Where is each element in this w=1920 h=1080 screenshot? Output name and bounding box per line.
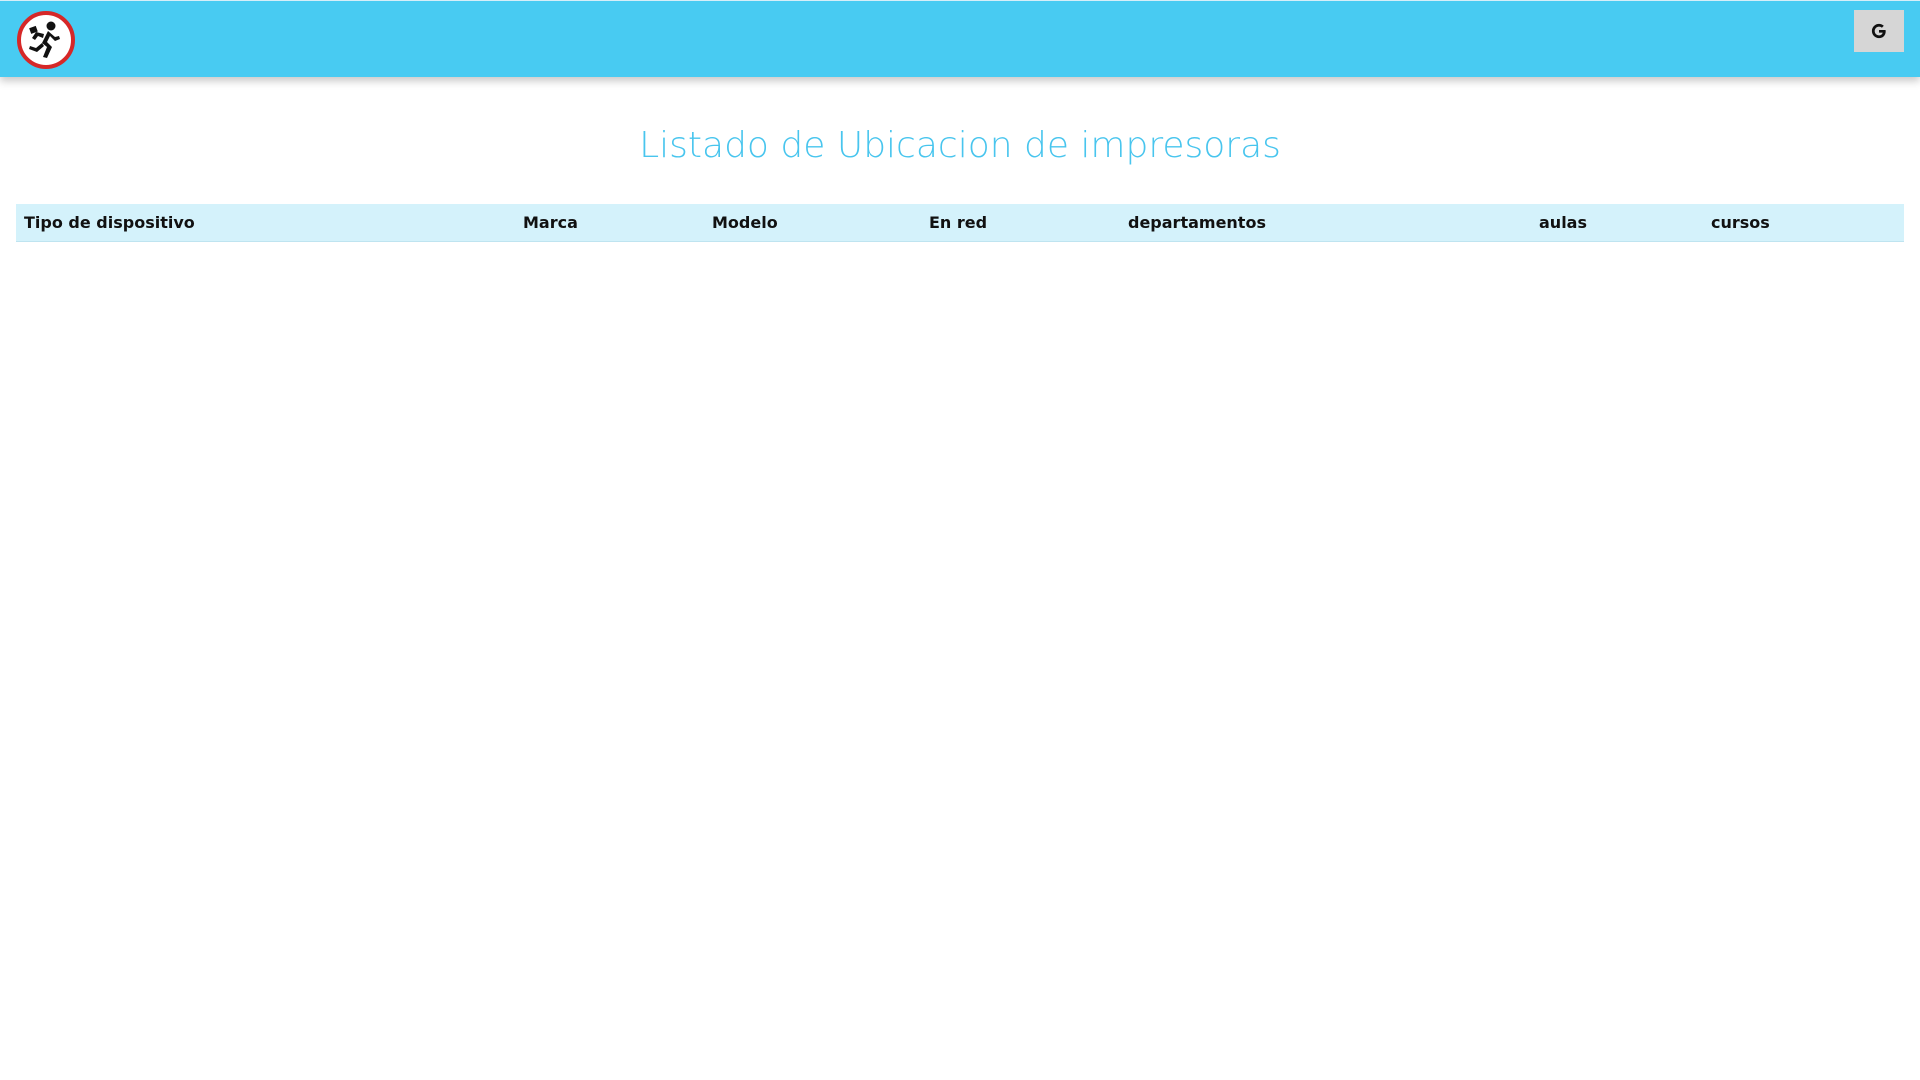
column-header-aulas[interactable]: aulas bbox=[1531, 204, 1703, 242]
column-header-departamentos[interactable]: departamentos bbox=[1120, 204, 1531, 242]
google-g-icon bbox=[1869, 21, 1889, 41]
column-header-tipo-de-dispositivo[interactable]: Tipo de dispositivo bbox=[16, 204, 515, 242]
top-navbar bbox=[0, 0, 1920, 77]
app-logo-icon[interactable] bbox=[16, 10, 76, 70]
table-header: Tipo de dispositivo Marca Modelo En red … bbox=[16, 204, 1904, 242]
printers-table-container: Tipo de dispositivo Marca Modelo En red … bbox=[16, 204, 1904, 242]
column-header-en-red[interactable]: En red bbox=[921, 204, 1120, 242]
page-title: Listado de Ubicacion de impresoras bbox=[639, 125, 1281, 166]
printers-table: Tipo de dispositivo Marca Modelo En red … bbox=[16, 204, 1904, 242]
google-login-button[interactable] bbox=[1854, 10, 1904, 52]
table-header-row: Tipo de dispositivo Marca Modelo En red … bbox=[16, 204, 1904, 242]
column-header-marca[interactable]: Marca bbox=[515, 204, 704, 242]
column-header-cursos[interactable]: cursos bbox=[1703, 204, 1904, 242]
column-header-modelo[interactable]: Modelo bbox=[704, 204, 921, 242]
